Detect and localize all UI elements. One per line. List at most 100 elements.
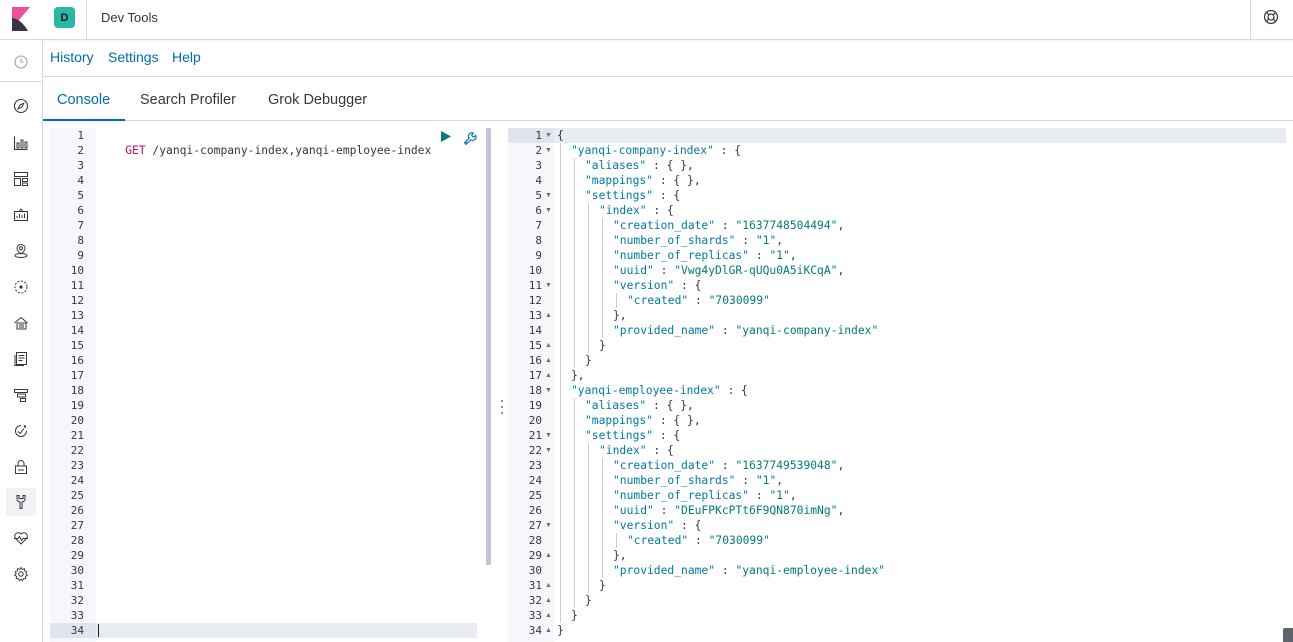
sidebar-item-canvas[interactable] [6, 201, 36, 229]
help-link[interactable]: Help [172, 49, 201, 65]
response-line: "number_of_replicas" : "1", [613, 488, 797, 503]
json-value: "1" [769, 249, 790, 262]
line-number: 28 [528, 534, 542, 547]
wrench-icon[interactable] [462, 130, 478, 146]
line-number: 6 [535, 204, 542, 217]
fold-caret-down-icon[interactable]: ▼ [545, 428, 552, 443]
line-number: 19 [70, 399, 84, 412]
json-punctuation: : { [674, 279, 702, 292]
fold-caret-up-icon[interactable]: ▲ [545, 368, 552, 383]
uptime-icon [15, 425, 27, 437]
sidebar-item-machine-learning[interactable] [6, 273, 36, 301]
management-icon [13, 566, 29, 582]
fold-caret-up-icon[interactable]: ▲ [545, 578, 552, 593]
fold-caret-down-icon[interactable]: ▼ [545, 443, 552, 458]
sidebar-item-monitoring[interactable] [6, 524, 36, 552]
fold-caret-up-icon[interactable]: ▲ [545, 623, 552, 638]
request-line[interactable]: GET /yanqi-company-index,yanqi-employee-… [98, 128, 431, 157]
fold-caret-up-icon[interactable]: ▲ [545, 593, 552, 608]
line-number: 11 [528, 279, 542, 292]
json-punctuation: } [585, 354, 592, 367]
response-line: "number_of_replicas" : "1", [613, 248, 797, 263]
json-key: "mappings" [585, 174, 654, 187]
json-key: "created" [627, 534, 689, 547]
fold-caret-down-icon[interactable]: ▼ [545, 188, 552, 203]
response-output[interactable]: 1 ▼{2 ▼ "yanqi-company-index" : {3 "aliases"… [508, 128, 1286, 642]
line-number: 10 [528, 264, 542, 277]
json-punctuation: : { }, [653, 174, 701, 187]
tab-search-profiler[interactable]: Search Profiler [140, 92, 236, 108]
json-key: "mappings" [585, 414, 654, 427]
fold-caret-up-icon[interactable]: ▲ [545, 548, 552, 563]
json-key: "creation_date" [613, 459, 716, 472]
json-key: "index" [599, 444, 647, 457]
tab-console[interactable]: Console [57, 92, 110, 108]
json-key: "uuid" [613, 264, 654, 277]
help-lifebuoy-icon[interactable] [1263, 9, 1279, 25]
sidebar-item-visualize[interactable] [6, 129, 36, 157]
line-number: 11 [70, 279, 84, 292]
line-number: 7 [77, 219, 84, 232]
line-number: 22 [70, 444, 84, 457]
space-avatar[interactable]: D [54, 7, 75, 28]
output-scrollbar[interactable] [1283, 628, 1293, 642]
editor-scrollbar[interactable] [486, 128, 491, 565]
fold-caret-down-icon[interactable]: ▼ [545, 278, 552, 293]
line-number: 8 [77, 234, 84, 247]
panel-resize-handle[interactable] [499, 400, 505, 414]
fold-caret-up-icon[interactable]: ▲ [545, 338, 552, 353]
line-number: 7 [535, 219, 542, 232]
json-punctuation: , [776, 474, 784, 487]
json-key: "provided_name" [613, 324, 716, 337]
json-key: "number_of_replicas" [613, 249, 750, 262]
fold-caret-up-icon[interactable]: ▲ [545, 353, 552, 368]
indent-guide [588, 203, 589, 353]
response-line: "created" : "7030099" [627, 293, 770, 308]
sidebar-item-management[interactable] [6, 560, 36, 588]
fold-caret-up-icon[interactable]: ▲ [545, 308, 552, 323]
fold-caret-down-icon[interactable]: ▼ [545, 518, 552, 533]
line-number: 10 [70, 264, 84, 277]
line-number: 25 [528, 489, 542, 502]
sidebar-item-maps[interactable] [6, 237, 36, 265]
fold-caret-up-icon[interactable]: ▲ [545, 608, 552, 623]
text-cursor [98, 624, 99, 637]
response-line: "yanqi-company-index" : { [571, 143, 741, 158]
sidebar-item-uptime[interactable] [6, 417, 36, 445]
line-number: 34 [70, 624, 84, 637]
fold-caret-down-icon[interactable]: ▼ [545, 143, 552, 158]
json-punctuation: : [653, 264, 675, 277]
json-punctuation: : [688, 534, 709, 547]
sidebar-item-apm[interactable] [6, 381, 36, 409]
play-icon[interactable] [439, 130, 452, 143]
sidebar-item-dev-tools[interactable] [6, 488, 36, 516]
sidebar-item-logs[interactable] [6, 345, 36, 373]
request-editor[interactable]: 1 2 3 4 5 6 7 8 9 10 11 12 13 14 15 16 17 18 19 20 21 22 23 24 2… [50, 128, 491, 642]
line-number: 20 [528, 414, 542, 427]
line-number: 16 [528, 354, 542, 367]
history-link[interactable]: History [50, 49, 94, 65]
line-number: 29 [70, 549, 84, 562]
clock-icon [14, 55, 28, 69]
sidebar-item-dashboard[interactable] [6, 165, 36, 193]
json-key: "number_of_shards" [613, 234, 736, 247]
fold-caret-down-icon[interactable]: ▼ [545, 203, 552, 218]
fold-caret-down-icon[interactable]: ▼ [545, 128, 552, 143]
tab-grok-debugger[interactable]: Grok Debugger [268, 92, 367, 108]
recently-viewed-item[interactable] [6, 48, 36, 76]
json-key: "aliases" [585, 399, 647, 412]
sidebar-item-siem[interactable] [6, 453, 36, 481]
settings-link[interactable]: Settings [108, 49, 159, 65]
sidebar-item-discover[interactable] [6, 92, 36, 120]
json-punctuation: : { [720, 384, 748, 397]
indent-guide [602, 458, 603, 578]
response-line: "index" : { [599, 203, 674, 218]
response-line: "version" : { [613, 518, 701, 533]
kibana-logo-icon[interactable] [10, 7, 32, 31]
sidebar-item-infrastructure[interactable] [6, 309, 36, 337]
fold-caret-down-icon[interactable]: ▼ [545, 383, 552, 398]
response-line: "number_of_shards" : "1", [613, 473, 783, 488]
line-number: 5 [535, 189, 542, 202]
line-number: 1 [77, 129, 84, 142]
response-line: } [557, 623, 564, 638]
